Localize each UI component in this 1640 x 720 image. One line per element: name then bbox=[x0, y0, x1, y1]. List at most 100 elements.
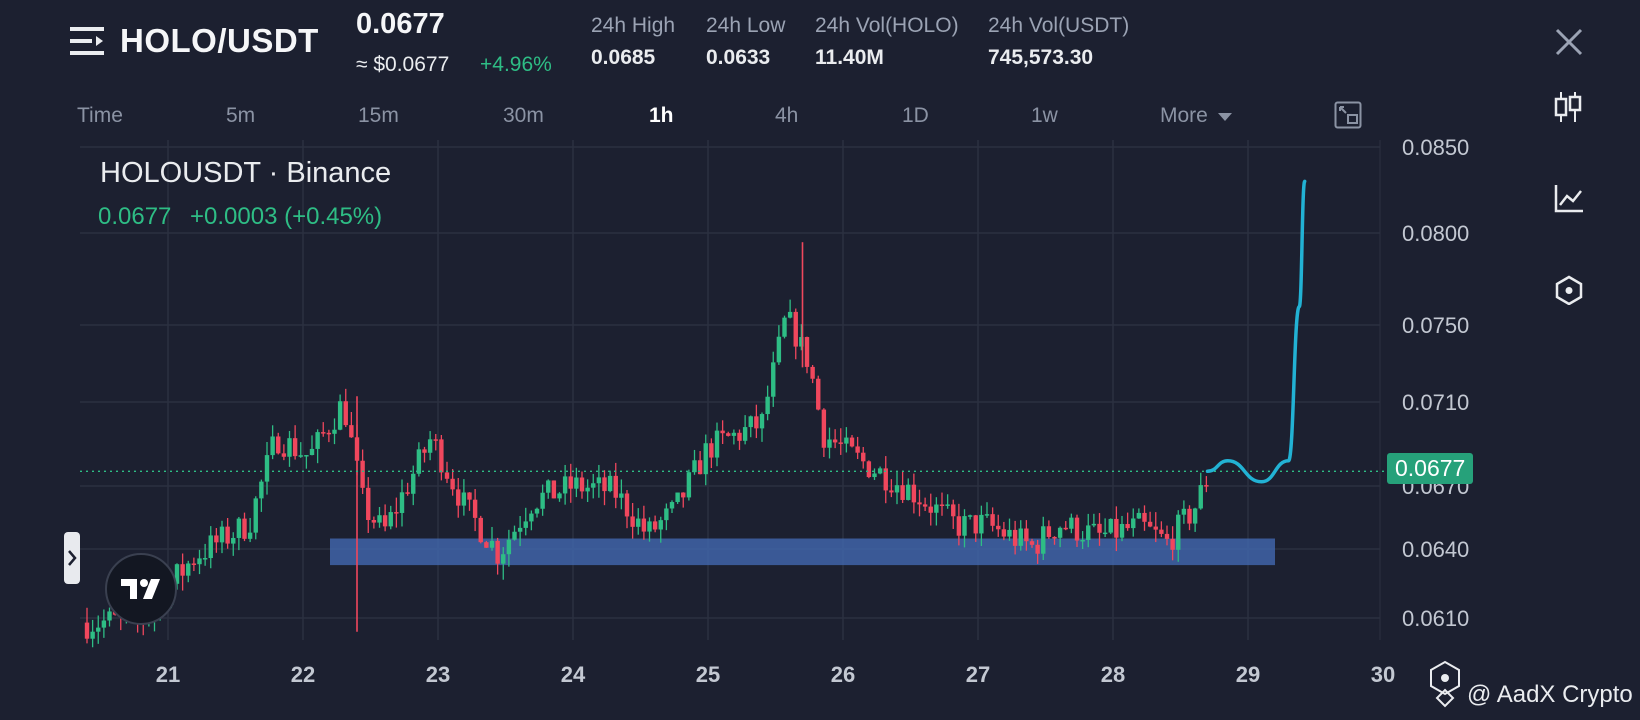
candle-body bbox=[832, 439, 838, 443]
tab-1w[interactable]: 1w bbox=[1031, 104, 1058, 128]
tradingview-logo-icon[interactable] bbox=[105, 553, 177, 625]
candle-body bbox=[585, 487, 590, 492]
expand-arrow-icon[interactable] bbox=[64, 532, 80, 584]
indicator-icon[interactable] bbox=[1555, 275, 1583, 306]
candle-body bbox=[501, 554, 506, 564]
pair-title[interactable]: HOLO/USDT bbox=[120, 22, 319, 60]
candle-body bbox=[186, 563, 191, 576]
candle-body bbox=[360, 460, 365, 488]
stat-value-vol-quote: 745,573.30 bbox=[988, 46, 1094, 69]
candle-body bbox=[821, 409, 827, 448]
candle-body bbox=[84, 622, 90, 639]
candle-body bbox=[1018, 528, 1023, 546]
x-tick-label: 23 bbox=[426, 662, 450, 687]
candle-body bbox=[1007, 529, 1012, 537]
candle-body bbox=[1091, 523, 1097, 526]
candle-body bbox=[596, 477, 602, 484]
candle-body bbox=[349, 425, 354, 438]
candle-body bbox=[861, 452, 866, 462]
stat-value-low: 0.0633 bbox=[706, 46, 771, 69]
candle-body bbox=[787, 311, 793, 318]
candle-body bbox=[337, 401, 343, 430]
more-label: More bbox=[1160, 104, 1208, 127]
candle-body bbox=[872, 473, 877, 478]
chart-last-price: 0.0677 bbox=[98, 203, 172, 230]
line-chart-icon[interactable] bbox=[1554, 183, 1584, 213]
candle-body bbox=[877, 468, 883, 474]
candle-body bbox=[793, 311, 798, 347]
tab-5m[interactable]: 5m bbox=[226, 104, 255, 128]
candle-body bbox=[315, 432, 320, 449]
candle-body bbox=[304, 455, 309, 457]
y-tick-label: 0.0710 bbox=[1402, 390, 1469, 415]
tab-4h[interactable]: 4h bbox=[775, 104, 798, 128]
candle-body bbox=[973, 515, 978, 534]
candle-body bbox=[321, 432, 326, 434]
tab-30m[interactable]: 30m bbox=[503, 104, 544, 128]
candle-body bbox=[917, 502, 922, 505]
candle-body bbox=[1097, 523, 1102, 533]
candle-body bbox=[1131, 518, 1136, 529]
candle-body bbox=[844, 437, 849, 444]
candle-body bbox=[562, 476, 568, 494]
candle-body bbox=[219, 526, 225, 543]
candle-body bbox=[1041, 526, 1046, 554]
tab-15m[interactable]: 15m bbox=[358, 104, 399, 128]
close-icon[interactable] bbox=[1554, 27, 1584, 57]
candle-body bbox=[247, 532, 253, 539]
candle-body bbox=[641, 518, 647, 532]
candle-body bbox=[692, 460, 697, 473]
tab-more[interactable]: More bbox=[1160, 104, 1232, 128]
candle-body bbox=[433, 439, 438, 441]
candle-body bbox=[1086, 525, 1091, 540]
y-tick-label: 0.0750 bbox=[1402, 313, 1469, 338]
tab-1h[interactable]: 1h bbox=[649, 104, 674, 128]
candle-body bbox=[394, 512, 399, 514]
fullscreen-icon[interactable] bbox=[1334, 101, 1362, 129]
candle-body bbox=[439, 439, 444, 473]
candle-body bbox=[771, 362, 776, 397]
candle-body bbox=[1001, 529, 1007, 537]
x-tick-label: 28 bbox=[1101, 662, 1125, 687]
candle-body bbox=[214, 535, 219, 543]
candle-body bbox=[96, 627, 101, 632]
candle-body bbox=[405, 492, 410, 494]
candle-body bbox=[967, 515, 973, 517]
candle-body bbox=[759, 414, 765, 429]
stat-label-vol-quote: 24h Vol(USDT) bbox=[988, 14, 1130, 37]
candle-body bbox=[951, 504, 956, 517]
menu-icon[interactable] bbox=[70, 24, 104, 58]
stat-value-high: 0.0685 bbox=[591, 46, 656, 69]
candle-body bbox=[1125, 523, 1130, 529]
candle-body bbox=[889, 490, 894, 493]
candle-body bbox=[512, 531, 517, 540]
candle-body bbox=[1198, 485, 1203, 509]
candle-body bbox=[1142, 512, 1147, 522]
candle-body bbox=[534, 508, 540, 514]
candle-body bbox=[1108, 518, 1113, 533]
candle-body bbox=[979, 514, 984, 534]
candle-body bbox=[720, 430, 725, 434]
candle-body bbox=[574, 477, 579, 489]
candle-body bbox=[827, 439, 832, 448]
binance-logo-icon bbox=[1425, 660, 1465, 708]
candle-body bbox=[529, 513, 534, 522]
candle-body bbox=[714, 430, 720, 458]
candle-body bbox=[855, 446, 860, 453]
tab-1d[interactable]: 1D bbox=[902, 104, 929, 128]
candle-body bbox=[90, 631, 95, 639]
candle-body bbox=[1102, 532, 1108, 535]
tab-time[interactable]: Time bbox=[77, 104, 123, 128]
watermark: @ AadX Crypto bbox=[1467, 681, 1633, 708]
price-change: +4.96% bbox=[480, 53, 552, 76]
candle-body bbox=[377, 515, 382, 523]
candle-body bbox=[675, 492, 680, 503]
stat-label-vol-base: 24h Vol(HOLO) bbox=[815, 14, 959, 37]
candle-body bbox=[287, 438, 292, 457]
x-tick-label: 30 bbox=[1371, 662, 1395, 687]
usd-price: ≈ $0.0677 bbox=[356, 53, 450, 76]
candle-body bbox=[939, 504, 945, 507]
candlestick-icon[interactable] bbox=[1554, 90, 1582, 124]
candle-body bbox=[613, 475, 618, 498]
candle-body bbox=[849, 437, 855, 447]
